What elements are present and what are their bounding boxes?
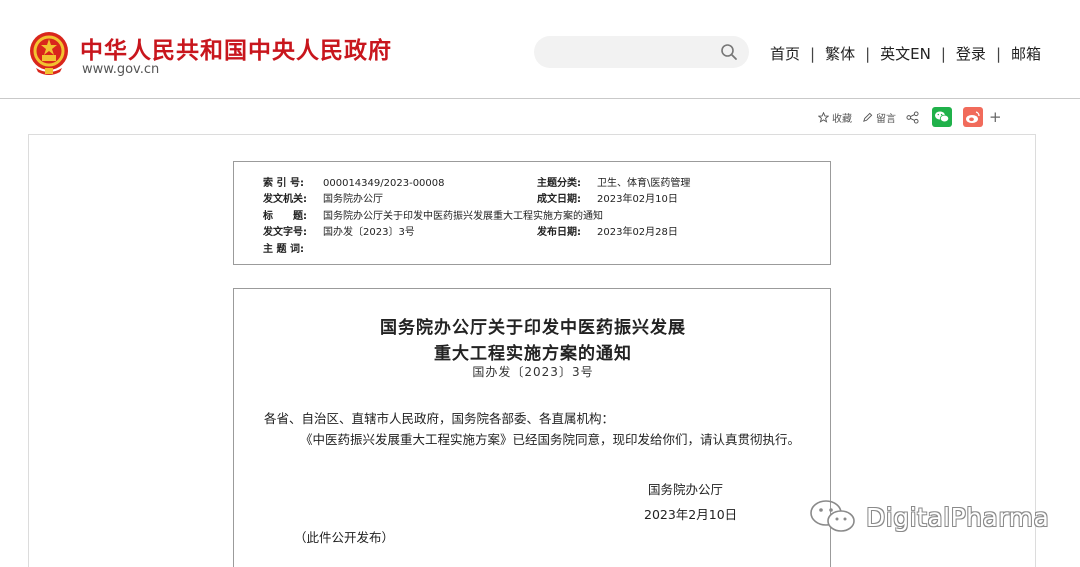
watermark-text: DigitalPharma: [866, 502, 1050, 532]
meta-written-label: 成文日期:: [537, 194, 581, 205]
site-domain: www.gov.cn: [82, 62, 160, 77]
nav-separator: |: [995, 44, 1001, 63]
document-metadata: 索 引 号: 000014349/2023-00008 主题分类: 卫生、体育\医药…: [233, 161, 831, 265]
meta-index: 索 引 号: 000014349/2023-00008: [263, 174, 445, 189]
meta-docno-label: 发文字号:: [263, 227, 307, 238]
weibo-icon: [966, 111, 980, 123]
document-paragraph: 《中医药振兴发展重大工程实施方案》已经国务院同意，现印发给你们，请认真贯彻执行。: [300, 432, 801, 447]
nav-separator: |: [865, 44, 871, 63]
meta-written-date: 成文日期: 2023年02月10日: [537, 190, 678, 205]
nav-separator: |: [810, 44, 816, 63]
meta-doc-number: 发文字号: 国办发〔2023〕3号: [263, 223, 415, 238]
meta-title-value: 国务院办公厅关于印发中医药振兴发展重大工程实施方案的通知: [323, 211, 603, 222]
meta-keywords: 主 题 词:: [263, 240, 323, 255]
watermark: DigitalPharma: [808, 497, 1049, 537]
meta-written-value: 2023年02月10日: [597, 194, 678, 205]
meta-keywords-label: 主 题 词:: [263, 244, 304, 255]
wechat-logo-icon: [810, 500, 855, 532]
national-emblem-icon[interactable]: [28, 30, 70, 76]
meta-docno-value: 国办发〔2023〕3号: [323, 227, 415, 238]
search-input[interactable]: [548, 42, 718, 62]
meta-title-label: 标 题:: [263, 211, 307, 222]
comment-button[interactable]: 留言: [862, 110, 896, 125]
favorite-label: 收藏: [832, 113, 852, 125]
document-title-line2: 重大工程实施方案的通知: [434, 344, 632, 364]
meta-issuer-value: 国务院办公厅: [323, 194, 383, 205]
meta-published-date: 发布日期: 2023年02月28日: [537, 223, 678, 238]
meta-issuer-label: 发文机关:: [263, 194, 307, 205]
nav-home[interactable]: 首页: [770, 43, 800, 64]
comment-label: 留言: [876, 113, 896, 125]
search-box: [534, 36, 749, 68]
share-button[interactable]: [906, 110, 922, 124]
wechat-icon: [935, 111, 950, 123]
site-header: 中华人民共和国中央人民政府 www.gov.cn 首页 | 繁体 | 英文EN …: [0, 0, 1080, 99]
document-note: （此件公开发布）: [294, 530, 395, 545]
search-icon[interactable]: [720, 43, 738, 61]
nav-mail[interactable]: 邮箱: [1011, 43, 1041, 64]
weibo-share-button[interactable]: [963, 107, 983, 127]
meta-index-label: 索 引 号:: [263, 178, 304, 189]
nav-separator: |: [940, 44, 946, 63]
wechat-share-button[interactable]: [932, 107, 952, 127]
meta-title: 标 题: 国务院办公厅关于印发中医药振兴发展重大工程实施方案的通知: [263, 207, 603, 222]
document-body: 国务院办公厅关于印发中医药振兴发展 重大工程实施方案的通知 国办发〔2023〕3…: [233, 288, 831, 567]
meta-category: 主题分类: 卫生、体育\医药管理: [537, 174, 690, 189]
nav-login[interactable]: 登录: [956, 43, 986, 64]
meta-published-label: 发布日期:: [537, 227, 581, 238]
meta-issuer: 发文机关: 国务院办公厅: [263, 190, 383, 205]
meta-published-value: 2023年02月28日: [597, 227, 678, 238]
pencil-icon: [863, 112, 873, 122]
site-title[interactable]: 中华人民共和国中央人民政府: [80, 31, 392, 65]
top-nav: 首页 | 繁体 | 英文EN | 登录 | 邮箱: [770, 43, 1041, 64]
meta-category-value: 卫生、体育\医药管理: [597, 178, 691, 189]
article-toolbar: 收藏 留言 +: [818, 106, 1002, 128]
document-number: 国办发〔2023〕3号: [472, 365, 594, 379]
document-signature: 国务院办公厅: [648, 482, 724, 497]
share-icon: [906, 110, 919, 124]
document-date: 2023年2月10日: [644, 507, 738, 522]
nav-traditional[interactable]: 繁体: [825, 43, 855, 64]
nav-english[interactable]: 英文EN: [880, 43, 931, 64]
more-share-button[interactable]: +: [989, 108, 1002, 126]
star-icon: [818, 111, 829, 123]
document-title-line1: 国务院办公厅关于印发中医药振兴发展: [380, 318, 686, 338]
meta-index-value: 000014349/2023-00008: [323, 178, 445, 189]
meta-category-label: 主题分类:: [537, 178, 581, 189]
favorite-button[interactable]: 收藏: [818, 110, 852, 125]
